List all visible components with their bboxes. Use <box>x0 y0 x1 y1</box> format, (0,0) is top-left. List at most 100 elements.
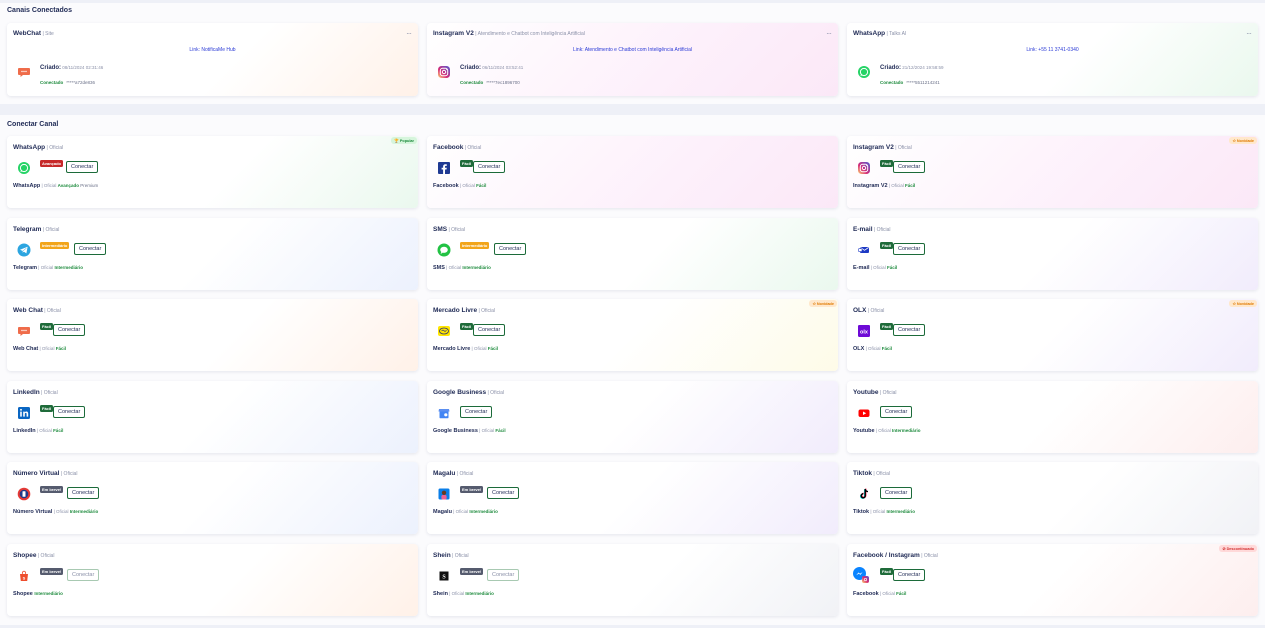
channel-name: WhatsApp | Talks AI <box>853 30 906 37</box>
created-label: Criado: <box>40 65 61 71</box>
channel-official: | Oficial <box>41 227 60 233</box>
difficulty-badge: Intermediário <box>460 242 490 249</box>
channel-official: | Oficial <box>463 145 482 151</box>
channel-subtitle: | Site <box>41 31 54 37</box>
more-options-icon[interactable]: ··· <box>826 29 832 38</box>
footer-name: Facebook <box>853 591 879 597</box>
connected-channels-title: Canais Conectados <box>7 7 72 14</box>
channel-link[interactable]: Link: +55 11 3741-0340 <box>847 47 1258 53</box>
footer-level: Fácil <box>886 265 898 270</box>
connect-button-tiktok[interactable]: Conectar <box>880 487 913 499</box>
channel-link[interactable]: Link: NotificaMe Hub <box>7 47 418 53</box>
olx-icon: olx <box>857 324 871 338</box>
connect-button-web-chat[interactable]: Conectar <box>53 324 86 336</box>
connect-button-facebook[interactable]: Conectar <box>473 161 506 173</box>
footer-official: | Oficial <box>874 428 893 433</box>
difficulty-badge: Fácil <box>460 160 474 167</box>
difficulty-badge: Fácil <box>880 568 894 575</box>
footer-official: | Oficial <box>447 591 466 596</box>
channel-name: Facebook | Oficial <box>433 144 481 151</box>
connect-button-magalu[interactable]: Conectar <box>487 487 520 499</box>
footer-name: Web Chat <box>13 346 39 352</box>
created-date: Criado: 21/12/2024 19:58:59 <box>880 65 944 71</box>
difficulty-badge: Em breve! <box>460 486 484 493</box>
channel-card-facebook-instagram: Facebook / Instagram | Oficial ⊘ Desconti… <box>847 544 1258 616</box>
difficulty-badge: Fácil <box>880 323 894 330</box>
channel-card-linkedin: LinkedIn | Oficial Fácil Conectar LinkedIn … <box>7 381 418 453</box>
connected-card-whatsapp: WhatsApp | Talks AI ··· Link: +55 11 3741-… <box>847 23 1258 96</box>
telegram-icon <box>17 243 31 257</box>
channel-name-text: Shopee <box>13 552 37 559</box>
channel-card-youtube: Youtube | Oficial Conectar Youtube | Ofici… <box>847 381 1258 453</box>
created-value: 06/11/2024 03:52:41 <box>481 65 524 70</box>
connect-button-facebook-instagram[interactable]: Conectar <box>893 569 926 581</box>
footer-official: | Oficial <box>444 265 463 270</box>
channel-name-text: OLX <box>853 307 867 314</box>
connect-button-youtube[interactable]: Conectar <box>880 406 913 418</box>
footer-official: | Oficial <box>40 183 58 188</box>
connect-button-n-mero-virtual[interactable]: Conectar <box>67 487 100 499</box>
channel-name-text: Youtube <box>853 389 879 396</box>
connect-button-google-business[interactable]: Conectar <box>460 406 493 418</box>
difficulty-badge: Intermediário <box>40 242 70 249</box>
connect-button-olx[interactable]: Conectar <box>893 324 926 336</box>
created-label: Criado: <box>460 65 481 71</box>
more-options-icon[interactable]: ··· <box>1246 29 1252 38</box>
connect-button-sms[interactable]: Conectar <box>494 243 527 255</box>
footer-level: Intermediário <box>462 265 491 270</box>
channel-footer: Número Virtual | Oficial Intermediário <box>13 509 98 515</box>
mercadolivre-icon <box>437 324 451 338</box>
instagram-icon <box>437 65 451 79</box>
channel-name-text: Mercado Livre <box>433 307 478 314</box>
difficulty-badge: Fácil <box>880 242 894 249</box>
channel-name: Web Chat | Oficial <box>13 307 61 314</box>
footer-extra: Premium <box>78 183 99 188</box>
footer-official: | Oficial <box>37 265 55 270</box>
connect-button-linkedin[interactable]: Conectar <box>53 406 86 418</box>
channel-name-text: Shein <box>433 552 451 559</box>
footer-official: | Oficial <box>869 265 887 270</box>
badge-new: ☆ Novidade <box>1229 300 1257 307</box>
more-options-icon[interactable]: ··· <box>406 29 412 38</box>
status-label: Conectado <box>460 80 484 85</box>
channel-footer: Facebook | Oficial Fácil <box>433 183 486 189</box>
channel-card-shein: Shein | Oficial S Em breve! Conectar Shein |… <box>427 544 838 616</box>
footer-name: Magalu <box>433 509 452 515</box>
footer-official: | Oficial <box>878 591 897 596</box>
footer-name: Mercado Livre <box>433 346 471 352</box>
badge-new: ☆ Novidade <box>809 300 837 307</box>
channel-official: | Oficial <box>477 308 496 314</box>
footer-official: | Oficial <box>38 346 56 351</box>
connect-button-shopee[interactable]: Conectar <box>67 569 100 581</box>
channel-name: OLX | Oficial <box>853 307 884 314</box>
channel-token: *****5511214241 <box>906 80 940 85</box>
channel-name-text: Telegram <box>13 226 42 233</box>
connect-button-shein[interactable]: Conectar <box>487 569 520 581</box>
channel-official: | Oficial <box>447 227 466 233</box>
created-label: Criado: <box>880 65 901 71</box>
status-label: Conectado <box>40 80 64 85</box>
channel-official: | Oficial <box>455 471 474 477</box>
whatsapp-icon <box>857 65 871 79</box>
channel-link[interactable]: Link: Atendimento e Chatbot com Inteligê… <box>427 47 838 53</box>
channel-card-web-chat: Web Chat | Oficial Fácil Conectar Web Chat … <box>7 299 418 371</box>
connect-button-instagram-v2[interactable]: Conectar <box>893 161 926 173</box>
channel-card-facebook: Facebook | Oficial Fácil Conectar Facebook … <box>427 136 838 208</box>
channel-card-telegram: Telegram | Oficial Intermediário Conectar T… <box>7 218 418 290</box>
channel-card-olx: OLX | Oficial ☆ Novidade olx Fácil Conectar O… <box>847 299 1258 371</box>
connect-button-telegram[interactable]: Conectar <box>74 243 107 255</box>
connect-button-mercado-livre[interactable]: Conectar <box>473 324 506 336</box>
created-date: Criado: 06/11/2024 03:52:41 <box>460 65 523 71</box>
svg-text:olx: olx <box>860 329 869 335</box>
channel-footer: Shopee Intermediário <box>13 591 63 597</box>
channel-name-text: WhatsApp <box>853 30 886 37</box>
connect-button-e-mail[interactable]: Conectar <box>893 243 926 255</box>
channel-card-mercado-livre: Mercado Livre | Oficial ☆ Novidade Fácil Co… <box>427 299 838 371</box>
footer-level: Fácil <box>476 183 487 188</box>
virtual-number-icon <box>17 487 31 501</box>
channel-subtitle: | Atendimento e Chatbot com Inteligência… <box>473 31 585 37</box>
channel-name-text: E-mail <box>853 226 873 233</box>
channel-name-text: Magalu <box>433 470 456 477</box>
connect-channel-section: Conectar Canal WhatsApp | Oficial 🏆 Popul… <box>0 115 1265 625</box>
connect-button-whatsapp[interactable]: Conectar <box>66 161 99 173</box>
